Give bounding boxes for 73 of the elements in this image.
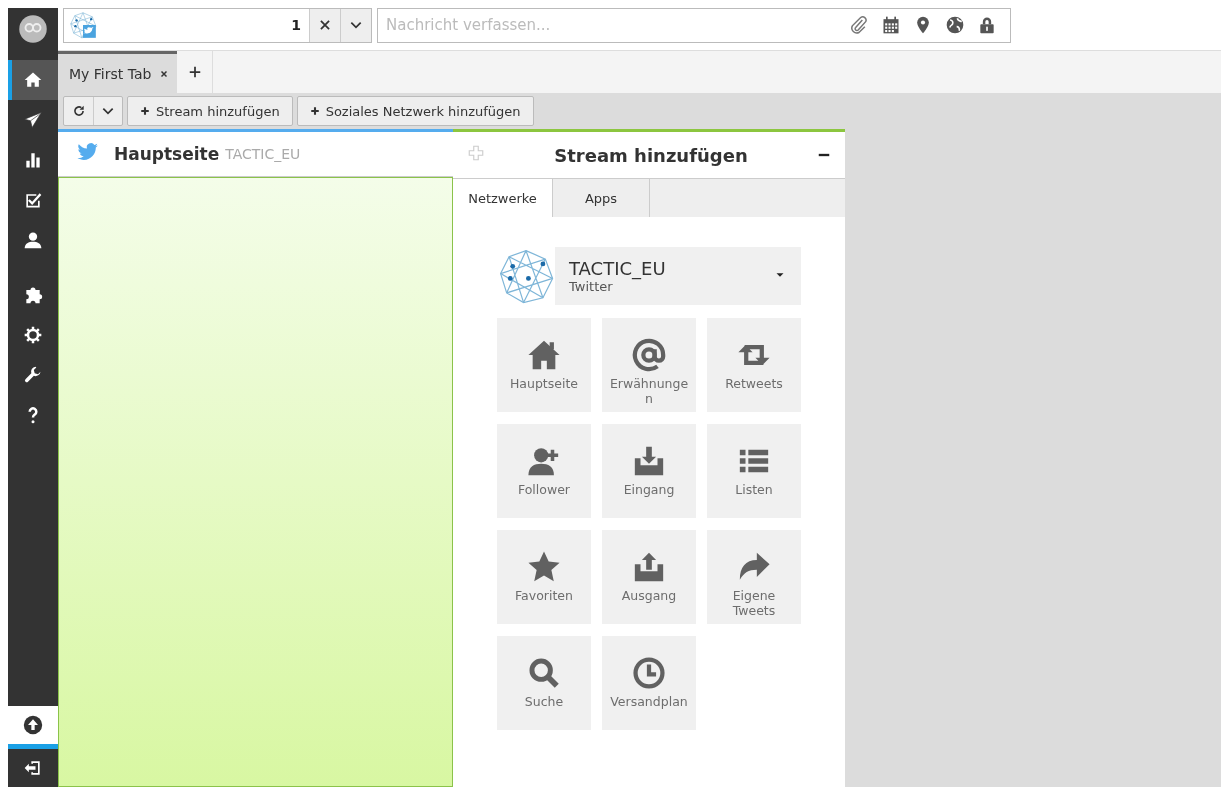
stream-type-tile[interactable]: Erwähnungen — [602, 318, 696, 412]
refresh-group[interactable] — [63, 96, 123, 126]
stream-type-tile[interactable]: Retweets — [707, 318, 801, 412]
house-icon — [527, 338, 561, 372]
paper-plane-icon — [23, 110, 43, 130]
profile-count: 1 — [291, 17, 301, 33]
tile-label: Eingang — [622, 482, 676, 497]
tile-label: Eigene Tweets — [731, 588, 777, 618]
stream-title: Hauptseite — [114, 144, 220, 164]
toolbar-button[interactable]: Soziales Netzwerk hinzufügen — [296, 96, 534, 126]
stream-type-tile[interactable]: Ausgang — [602, 530, 696, 624]
sidebar-item[interactable] — [8, 60, 58, 100]
star-icon — [527, 550, 561, 584]
globe-icon — [945, 15, 965, 35]
account-network: Twitter — [569, 279, 613, 294]
tile-label: Follower — [516, 482, 571, 497]
settings-icon — [23, 325, 43, 345]
tile-label: Listen — [734, 482, 774, 497]
stream-type-tile[interactable]: Eigene Tweets — [707, 530, 801, 624]
tile-label: Retweets — [724, 376, 784, 391]
plus-icon — [187, 65, 202, 79]
tile-label: Suche — [523, 694, 565, 709]
stream-type-tile[interactable]: Follower — [497, 424, 591, 518]
refresh-icon — [71, 104, 86, 118]
globe-button[interactable] — [944, 14, 966, 36]
tile-label: Ausgang — [620, 588, 678, 603]
lock-icon — [977, 15, 997, 35]
paperclip-icon — [849, 15, 869, 35]
plus-icon — [309, 106, 320, 116]
account-dropdown[interactable]: TACTIC_EU Twitter — [555, 247, 801, 305]
plus-icon — [467, 144, 485, 162]
message-field[interactable]: Nachricht verfassen... — [377, 7, 1011, 43]
stream-type-tile[interactable]: Versandplan — [602, 636, 696, 730]
tile-label: Favoriten — [514, 588, 574, 603]
home-icon — [23, 70, 43, 90]
stream-type-tile[interactable]: Favoriten — [497, 530, 591, 624]
stream-type-tile[interactable]: Eingang — [602, 424, 696, 518]
clock-icon — [632, 656, 666, 690]
wrench-icon — [23, 365, 43, 385]
panel-tab[interactable]: Netzwerke — [453, 179, 553, 217]
panel-title: Stream hinzufügen — [553, 144, 749, 166]
calendar-icon — [881, 15, 901, 35]
logout-icon — [23, 758, 43, 778]
search-icon — [527, 656, 561, 690]
tile-label: Hauptseite — [508, 376, 580, 391]
plus-icon — [140, 106, 150, 116]
paperclip-button[interactable] — [848, 14, 870, 36]
close-icon — [159, 68, 170, 79]
network-avatar-icon — [497, 247, 555, 305]
tile-label: Versandplan — [609, 694, 689, 709]
inbox-upload-icon — [632, 550, 666, 584]
puzzle-icon — [23, 285, 43, 305]
bar-chart-icon — [23, 150, 43, 170]
bird-icon — [76, 141, 100, 163]
user-icon — [23, 230, 43, 250]
toolbar-button[interactable]: Stream hinzufügen — [127, 96, 293, 126]
account-name: TACTIC_EU — [569, 258, 667, 279]
tile-label: Erwähnungen — [608, 376, 690, 406]
at-sign-icon — [632, 338, 666, 372]
tab[interactable]: My First Tab — [58, 51, 178, 93]
inbox-download-icon — [632, 444, 666, 478]
stream-type-tile[interactable]: Suche — [497, 636, 591, 730]
stream-type-tile[interactable]: Hauptseite — [497, 318, 591, 412]
stream-account: TACTIC_EU — [225, 146, 301, 162]
stream-type-tile[interactable]: Listen — [707, 424, 801, 518]
profile-avatar-icon — [69, 11, 97, 39]
upload-icon — [23, 715, 43, 735]
clear-button[interactable] — [309, 8, 340, 42]
owl-avatar-icon — [18, 14, 48, 44]
tab-label: My First Tab — [69, 65, 152, 82]
close-tab-button[interactable] — [159, 68, 170, 79]
close-icon — [318, 18, 332, 32]
profile-picker[interactable]: 1 — [63, 7, 372, 43]
